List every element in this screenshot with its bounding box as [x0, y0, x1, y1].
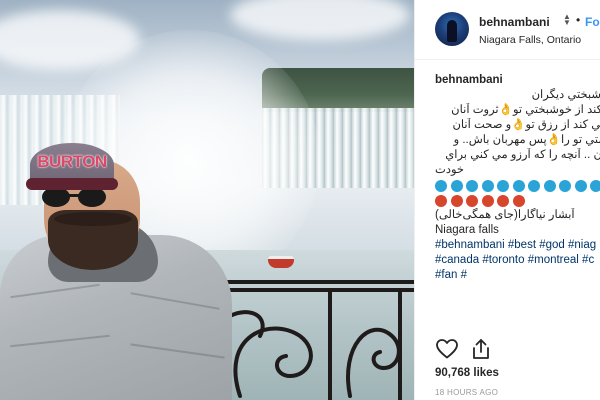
red-circle-emoji	[497, 194, 509, 207]
hashtag-line[interactable]: #canada #toronto #montreal #c	[435, 253, 600, 268]
cap-logo-text: BURTON	[37, 152, 107, 171]
caption-username-line: behnambani	[435, 73, 600, 88]
post-photo[interactable]: BURTON	[0, 0, 414, 400]
blue-circle-emoji	[481, 179, 494, 192]
blue-emoji-row	[435, 178, 600, 193]
hashtag-line[interactable]: #fan #	[435, 268, 600, 283]
blue-circle-emoji	[450, 179, 463, 192]
post-timestamp: 18 HOURS AGO	[435, 388, 499, 397]
tour-boat	[268, 256, 294, 268]
red-circle-emoji	[466, 194, 478, 207]
persian-location-tag: آبشار نیاگارا(جای همگی‌خالی)	[435, 209, 575, 221]
heart-outline-icon[interactable]	[435, 337, 459, 361]
blue-circle-emoji	[435, 179, 447, 192]
blue-circle-emoji	[512, 179, 525, 192]
caption: behnambani ، خوشبختي ديگران مي كند از خو…	[435, 73, 600, 343]
separator-dot: •	[576, 13, 581, 27]
english-location-tag: Niagara falls	[435, 224, 499, 236]
post-header: behnambani ▲▼ • Follow Niagara Falls, On…	[415, 0, 600, 60]
red-emoji-row	[435, 193, 600, 208]
red-circle-emoji	[450, 194, 463, 207]
avatar[interactable]	[435, 12, 469, 46]
caption-line: مي كند از خوشبختي تو👌ثروت آنان	[451, 104, 600, 116]
blue-circle-emoji	[543, 179, 556, 192]
blue-circle-emoji	[574, 179, 587, 192]
caption-line: سلامتي تو را👌پس مهربان باش.. و	[453, 134, 600, 146]
follow-button[interactable]: Follow	[585, 15, 600, 29]
blue-circle-emoji	[528, 179, 540, 192]
caption-username[interactable]: behnambani	[435, 74, 503, 86]
avatar-figure	[447, 20, 457, 42]
caption-line: م نمي كند از رزق تو👌و صحت آنان	[452, 119, 600, 131]
post-sidebar: behnambani ▲▼ • Follow Niagara Falls, On…	[414, 0, 600, 400]
blue-circle-emoji	[590, 179, 600, 192]
updown-icon: ▲ ▼	[563, 12, 571, 27]
person: BURTON	[0, 140, 240, 400]
post-actions	[435, 337, 595, 361]
blue-circle-emoji	[466, 179, 478, 192]
red-circle-emoji	[435, 194, 447, 207]
blue-circle-emoji	[559, 179, 571, 192]
caption-line: ، خوشبختي ديگران	[531, 89, 600, 101]
like-count[interactable]: 90,768 likes	[435, 367, 499, 379]
mustache	[54, 212, 132, 226]
caption-line: يگران .. آنچه را كه آرزو مي كني براي	[445, 149, 600, 161]
share-icon[interactable]	[469, 337, 493, 361]
username-link[interactable]: behnambani	[479, 15, 550, 29]
hashtag-line[interactable]: #behnambani #best #god #niag	[435, 238, 600, 253]
cloud	[230, 0, 410, 40]
caption-line: خودت	[435, 164, 464, 176]
location-link[interactable]: Niagara Falls, Ontario	[479, 34, 581, 46]
cap-brim	[26, 178, 118, 190]
blue-circle-emoji	[497, 179, 509, 192]
red-circle-emoji	[481, 194, 494, 207]
red-circle-emoji	[512, 194, 525, 207]
